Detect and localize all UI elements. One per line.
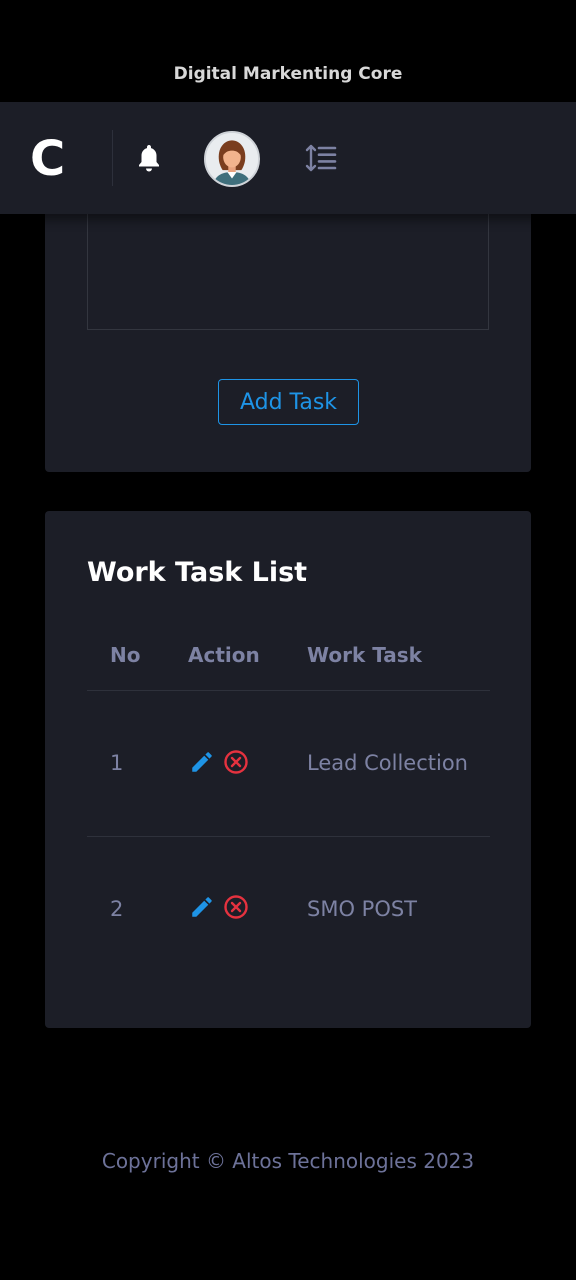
app-title: Digital Markenting Core	[173, 64, 403, 84]
header-divider	[87, 690, 490, 691]
task-textarea[interactable]	[87, 200, 489, 330]
column-header-action: Action	[188, 643, 260, 667]
delete-icon[interactable]	[223, 894, 249, 920]
footer-copyright: Copyright © Altos Technologies 2023	[101, 1149, 475, 1173]
column-header-work-task: Work Task	[307, 643, 422, 667]
user-avatar[interactable]	[204, 131, 260, 187]
bell-icon[interactable]	[135, 142, 163, 174]
column-header-no: No	[110, 643, 141, 667]
edit-icon[interactable]	[189, 894, 215, 920]
add-task-button[interactable]: Add Task	[218, 379, 359, 425]
delete-icon[interactable]	[223, 749, 249, 775]
navbar-divider	[112, 130, 113, 186]
list-title: Work Task List	[87, 557, 308, 588]
sort-lines-icon[interactable]	[304, 142, 338, 174]
edit-icon[interactable]	[189, 749, 215, 775]
row-work-task: Lead Collection	[307, 751, 468, 775]
brand-logo[interactable]: C	[30, 134, 72, 184]
top-navbar: C	[0, 102, 576, 214]
row-divider	[87, 836, 490, 837]
work-task-list-card: Work Task List No Action Work Task 1 Lea…	[45, 511, 531, 1028]
row-number: 2	[110, 897, 124, 921]
add-task-card: Add Task	[45, 180, 531, 472]
row-work-task: SMO POST	[307, 897, 418, 921]
row-number: 1	[110, 751, 124, 775]
